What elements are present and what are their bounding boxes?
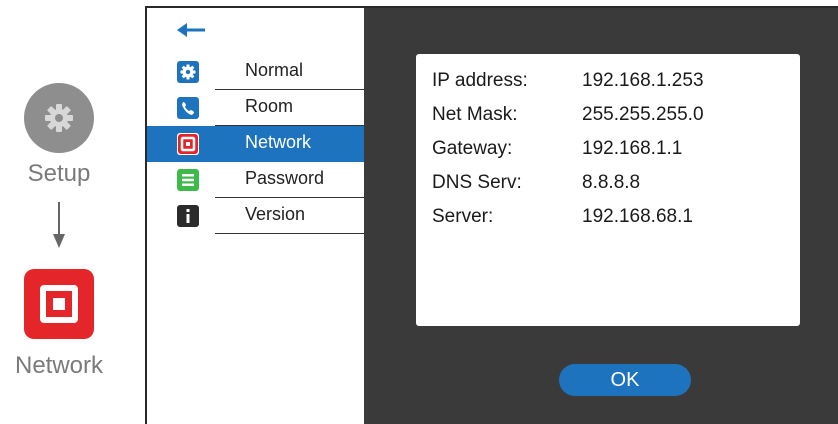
password-icon — [177, 169, 199, 191]
network-label: Network — [14, 352, 104, 379]
info-value: 192.168.68.1 — [582, 206, 693, 227]
content-panel: IP address: 192.168.1.253 Net Mask: 255.… — [364, 8, 838, 424]
info-key: Server: — [432, 206, 494, 227]
arrow-down-icon — [53, 202, 65, 248]
info-key: IP address: — [432, 70, 528, 91]
network-app-icon — [24, 269, 94, 339]
menu-item-label: Password — [245, 168, 325, 188]
info-key: Gateway: — [432, 138, 513, 159]
menu-item-password[interactable]: Password — [147, 162, 364, 198]
menu-item-room[interactable]: Room — [147, 90, 364, 126]
back-arrow-icon[interactable] — [177, 22, 207, 38]
menu-item-normal[interactable]: Normal — [147, 54, 364, 90]
gear-icon — [177, 61, 199, 83]
info-value: 8.8.8.8 — [582, 172, 641, 193]
menu-item-label: Normal — [245, 60, 304, 80]
info-key: Net Mask: — [432, 104, 518, 125]
info-value: 255.255.255.0 — [582, 104, 704, 125]
setup-label: Setup — [27, 160, 91, 187]
menu-item-label: Room — [245, 96, 294, 116]
menu-item-version[interactable]: Version — [147, 198, 364, 234]
settings-menu: Normal Room Network Password Version — [147, 8, 364, 424]
menu-item-label: Network — [245, 132, 312, 152]
device-screen: Normal Room Network Password Version IP … — [145, 6, 838, 424]
ok-button[interactable]: OK — [559, 364, 691, 396]
network-icon — [177, 133, 199, 155]
info-icon — [177, 205, 199, 227]
setup-gear-icon — [24, 83, 94, 153]
menu-item-label: Version — [245, 204, 306, 224]
guide-panel: Setup Network — [0, 0, 145, 424]
info-value: 192.168.1.253 — [582, 70, 704, 91]
phone-icon — [177, 97, 199, 119]
menu-item-network[interactable]: Network — [147, 126, 364, 162]
info-value: 192.168.1.1 — [582, 138, 683, 159]
menu-divider — [215, 233, 364, 234]
network-info-dialog: IP address: 192.168.1.253 Net Mask: 255.… — [416, 54, 800, 326]
info-key: DNS Serv: — [432, 172, 522, 193]
